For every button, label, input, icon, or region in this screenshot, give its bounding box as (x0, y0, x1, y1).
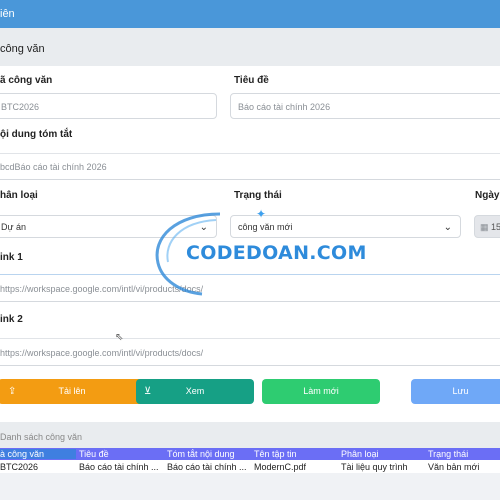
table-cell: ModernC.pdf (254, 462, 307, 472)
title-label: Tiêu đề (234, 75, 269, 86)
list-title: Danh sách công văn (0, 432, 83, 442)
chevron-down-icon: ⌄ (199, 222, 208, 233)
form-panel: ã công văn Tiêu đề BTC2026 Báo cáo tài c… (0, 66, 500, 422)
summary-label: ội dung tóm tắt (0, 129, 73, 140)
column-header[interactable]: Tóm tắt nội dung (167, 449, 251, 459)
table-cell: Báo cáo tài chính ... (79, 462, 159, 472)
date-input-value: 15 (491, 222, 500, 232)
view-icon: ⊻ (144, 386, 152, 397)
status-select[interactable]: công văn mới ⌄ (230, 215, 461, 238)
code-input[interactable]: BTC2026 (0, 93, 217, 119)
refresh-button[interactable]: Làm mới (262, 379, 380, 404)
title-input-value: Báo cáo tài chính 2026 (238, 102, 331, 112)
link1-input[interactable]: https://workspace.google.com/intl/vi/pro… (0, 276, 500, 302)
view-button[interactable]: ⊻ Xem (136, 379, 254, 404)
link1-input-value: https://workspace.google.com/intl/vi/pro… (0, 284, 204, 294)
calendar-icon: ▦ (480, 222, 489, 232)
category-select-value: Dự án (1, 222, 27, 232)
cursor-icon: ⇖ (115, 332, 124, 343)
save-button[interactable]: Lưu (411, 379, 500, 404)
link2-divider (0, 338, 500, 339)
link2-input[interactable]: https://workspace.google.com/intl/vi/pro… (0, 340, 500, 366)
section-title: công văn (0, 43, 45, 55)
link1-divider (0, 274, 500, 275)
table-row[interactable]: BTC2026 Báo cáo tài chính ... Báo cáo tà… (0, 460, 500, 473)
view-button-label: Xem (185, 386, 205, 396)
refresh-button-label: Làm mới (303, 386, 339, 396)
section-header: công văn (0, 28, 500, 66)
date-input[interactable]: ▦ 15 (474, 215, 500, 238)
code-input-value: BTC2026 (1, 102, 40, 112)
list-header: Danh sách công văn (0, 422, 500, 448)
summary-input-value: bcdBáo cáo tài chính 2026 (0, 162, 107, 172)
column-header[interactable]: à công văn (0, 449, 76, 459)
save-button-label: Lưu (452, 386, 469, 396)
table-cell: Tài liệu quy trình (341, 462, 408, 472)
table-cell: Văn bản mới (428, 462, 480, 472)
chevron-down-icon: ⌄ (443, 222, 452, 233)
link2-input-value: https://workspace.google.com/intl/vi/pro… (0, 348, 204, 358)
summary-input[interactable]: bcdBáo cáo tài chính 2026 (0, 154, 500, 180)
title-bar: iên (0, 0, 500, 28)
upload-icon: ⇪ (8, 386, 17, 397)
link1-label: ink 1 (0, 252, 23, 263)
code-label: ã công văn (0, 75, 53, 86)
table-cell: BTC2026 (0, 462, 39, 472)
column-header[interactable]: Phân loại (341, 449, 425, 459)
status-label: Trạng thái (234, 190, 282, 201)
link2-label: ink 2 (0, 314, 23, 325)
upload-button[interactable]: ⇪ Tải lên (0, 379, 146, 404)
table-cell: Báo cáo tài chính ... (167, 462, 247, 472)
date-label: Ngày (475, 190, 500, 201)
column-header[interactable]: Tiêu đề (79, 449, 163, 459)
column-header[interactable]: Trạng thái (428, 449, 500, 459)
table-header: à công văn Tiêu đề Tóm tắt nội dung Tên … (0, 448, 500, 460)
upload-button-label: Tải lên (58, 386, 86, 396)
status-select-value: công văn mới (238, 222, 293, 232)
title-input[interactable]: Báo cáo tài chính 2026 (230, 93, 500, 119)
category-select[interactable]: Dự án ⌄ (0, 215, 217, 238)
window-title: iên (0, 8, 15, 20)
category-label: hân loại (0, 190, 38, 201)
column-header[interactable]: Tên tập tin (254, 449, 338, 459)
